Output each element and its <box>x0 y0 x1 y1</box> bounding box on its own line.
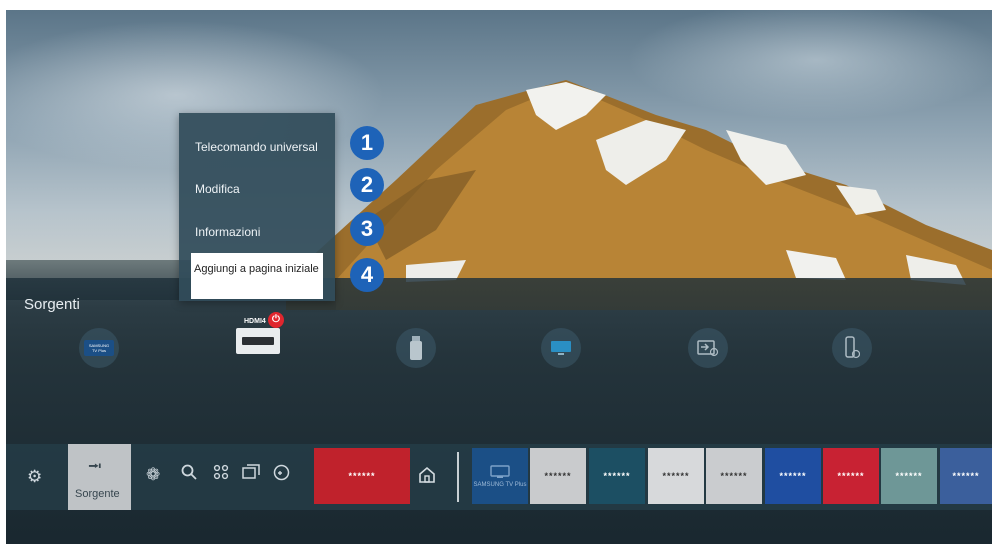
settings-icon[interactable]: ⚙ <box>27 467 42 487</box>
source-screen-mirroring[interactable] <box>541 328 581 368</box>
app-tile[interactable]: ****** <box>940 448 992 504</box>
home-icon[interactable] <box>418 466 436 484</box>
callout-number-3: 3 <box>350 212 384 246</box>
mountain-illustration <box>286 80 992 310</box>
app-tile[interactable]: ****** <box>648 448 704 504</box>
tv-icon <box>490 464 510 478</box>
monitor-icon <box>551 341 571 355</box>
callout-number-2: 2 <box>350 168 384 202</box>
source-context-menu: Telecomando universal Modifica Informazi… <box>179 113 335 301</box>
menu-item-add-to-home[interactable]: Aggiungi a pagina iniziale <box>191 253 323 299</box>
source-remote-access[interactable] <box>832 328 872 368</box>
app-tile[interactable]: ****** <box>881 448 937 504</box>
ambient-icon[interactable]: ❁ <box>146 465 160 485</box>
apps-icon[interactable] <box>213 464 229 485</box>
app-tile[interactable]: ****** <box>530 448 586 504</box>
source-hdmi4[interactable]: HDMI4 ⏻ <box>232 312 286 364</box>
source-icon: ⭲ <box>88 456 102 476</box>
tv-screen: Sorgenti SAMSUNG TV Plus HDMI4 ⏻ Telecom… <box>6 10 992 544</box>
app-tile[interactable]: ****** <box>589 448 645 504</box>
power-icon: ⏻ <box>268 312 284 328</box>
search-icon[interactable] <box>181 464 197 485</box>
menu-item-info[interactable]: Informazioni <box>195 225 260 239</box>
game-icon[interactable] <box>273 464 290 486</box>
usb-icon <box>410 336 422 360</box>
app-tile[interactable]: ****** <box>314 448 410 504</box>
callout-number-4: 4 <box>350 258 384 292</box>
samsung-tv-plus-tile-label: SAMSUNG TV Plus <box>473 481 527 488</box>
app-tile[interactable]: ****** <box>706 448 762 504</box>
svg-text:TV Plus: TV Plus <box>92 348 106 353</box>
bar-divider <box>457 452 459 502</box>
remote-icon <box>845 336 860 359</box>
samsung-tv-plus-icon: SAMSUNG TV Plus <box>84 340 114 356</box>
source-button-label: Sorgente <box>75 488 120 500</box>
sources-title: Sorgenti <box>24 296 80 313</box>
source-usb[interactable] <box>396 328 436 368</box>
source-samsung-tv-plus[interactable]: SAMSUNG TV Plus <box>79 328 119 368</box>
source-button[interactable]: ⭲ Sorgente <box>68 444 131 510</box>
menu-item-edit[interactable]: Modifica <box>195 182 240 196</box>
menu-item-universal-remote[interactable]: Telecomando universal <box>195 140 318 154</box>
hdmi4-label: HDMI4 <box>244 318 266 325</box>
multiview-icon[interactable] <box>242 464 260 485</box>
input-guide-icon <box>697 340 719 357</box>
hdmi-icon <box>236 328 280 354</box>
source-connection-guide[interactable] <box>688 328 728 368</box>
callout-number-1: 1 <box>350 126 384 160</box>
samsung-tv-plus-tile[interactable]: SAMSUNG TV Plus <box>472 448 528 504</box>
app-tile[interactable]: ****** <box>765 448 821 504</box>
app-tile[interactable]: ****** <box>823 448 879 504</box>
